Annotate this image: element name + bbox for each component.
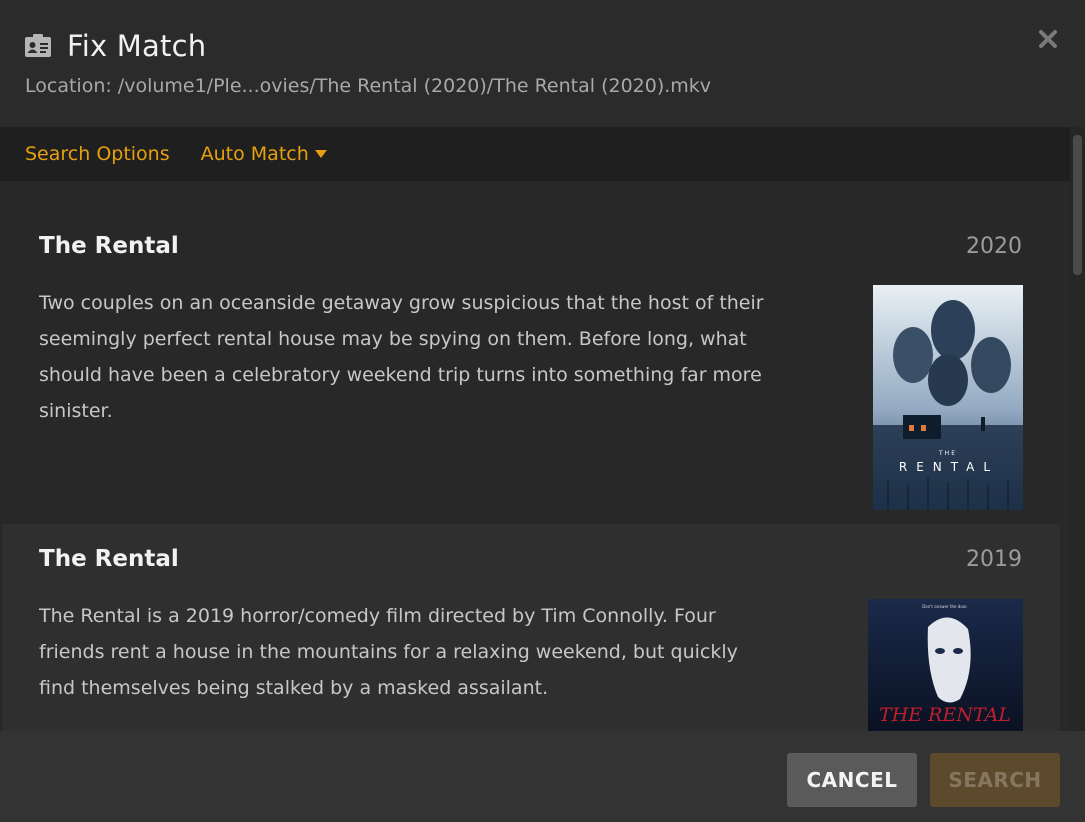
poster-title-text: THE RENTAL: [879, 704, 1011, 726]
dialog-header: Fix Match Location: /volume1/Ple...ovies…: [0, 0, 1085, 127]
match-result-item[interactable]: The Rental 2019 The Rental is a 2019 hor…: [2, 524, 1060, 731]
chevron-down-icon: [314, 150, 327, 158]
poster-small-text: THE: [938, 450, 957, 457]
result-year: 2019: [966, 547, 1022, 572]
dialog-title: Fix Match: [67, 29, 207, 63]
close-icon: [1039, 30, 1057, 48]
result-title: The Rental: [39, 546, 179, 572]
match-result-item[interactable]: The Rental 2020 Two couples on an oceans…: [2, 181, 1060, 524]
close-button[interactable]: [1035, 26, 1061, 52]
match-results-list: The Rental 2020 Two couples on an oceans…: [0, 181, 1070, 731]
results-scrollbar[interactable]: [1070, 127, 1085, 731]
auto-match-dropdown[interactable]: Auto Match: [201, 143, 327, 165]
auto-match-label: Auto Match: [200, 143, 309, 165]
file-location: Location: /volume1/Ple...ovies/The Renta…: [25, 75, 712, 97]
poster-title-text: RENTAL: [899, 460, 999, 474]
id-card-icon: [25, 34, 51, 57]
search-options-link[interactable]: Search Options: [25, 143, 170, 165]
dialog-footer: CANCEL SEARCH: [0, 731, 1085, 822]
result-summary: The Rental is a 2019 horror/comedy film …: [39, 605, 738, 699]
result-title: The Rental: [39, 233, 179, 259]
cancel-button[interactable]: CANCEL: [787, 753, 917, 807]
poster-tagline: Don't answer the door.: [922, 604, 968, 609]
scrollbar-thumb[interactable]: [1073, 135, 1082, 275]
match-toolbar: Search Options Auto Match: [0, 127, 1070, 181]
result-summary: Two couples on an oceanside getaway grow…: [39, 292, 764, 422]
result-year: 2020: [966, 234, 1022, 259]
result-poster: THE RENTAL: [873, 285, 1023, 510]
result-poster: Don't answer the door. THE RENTAL: [868, 599, 1023, 731]
search-button[interactable]: SEARCH: [930, 753, 1060, 807]
title-row: Fix Match: [24, 26, 206, 66]
